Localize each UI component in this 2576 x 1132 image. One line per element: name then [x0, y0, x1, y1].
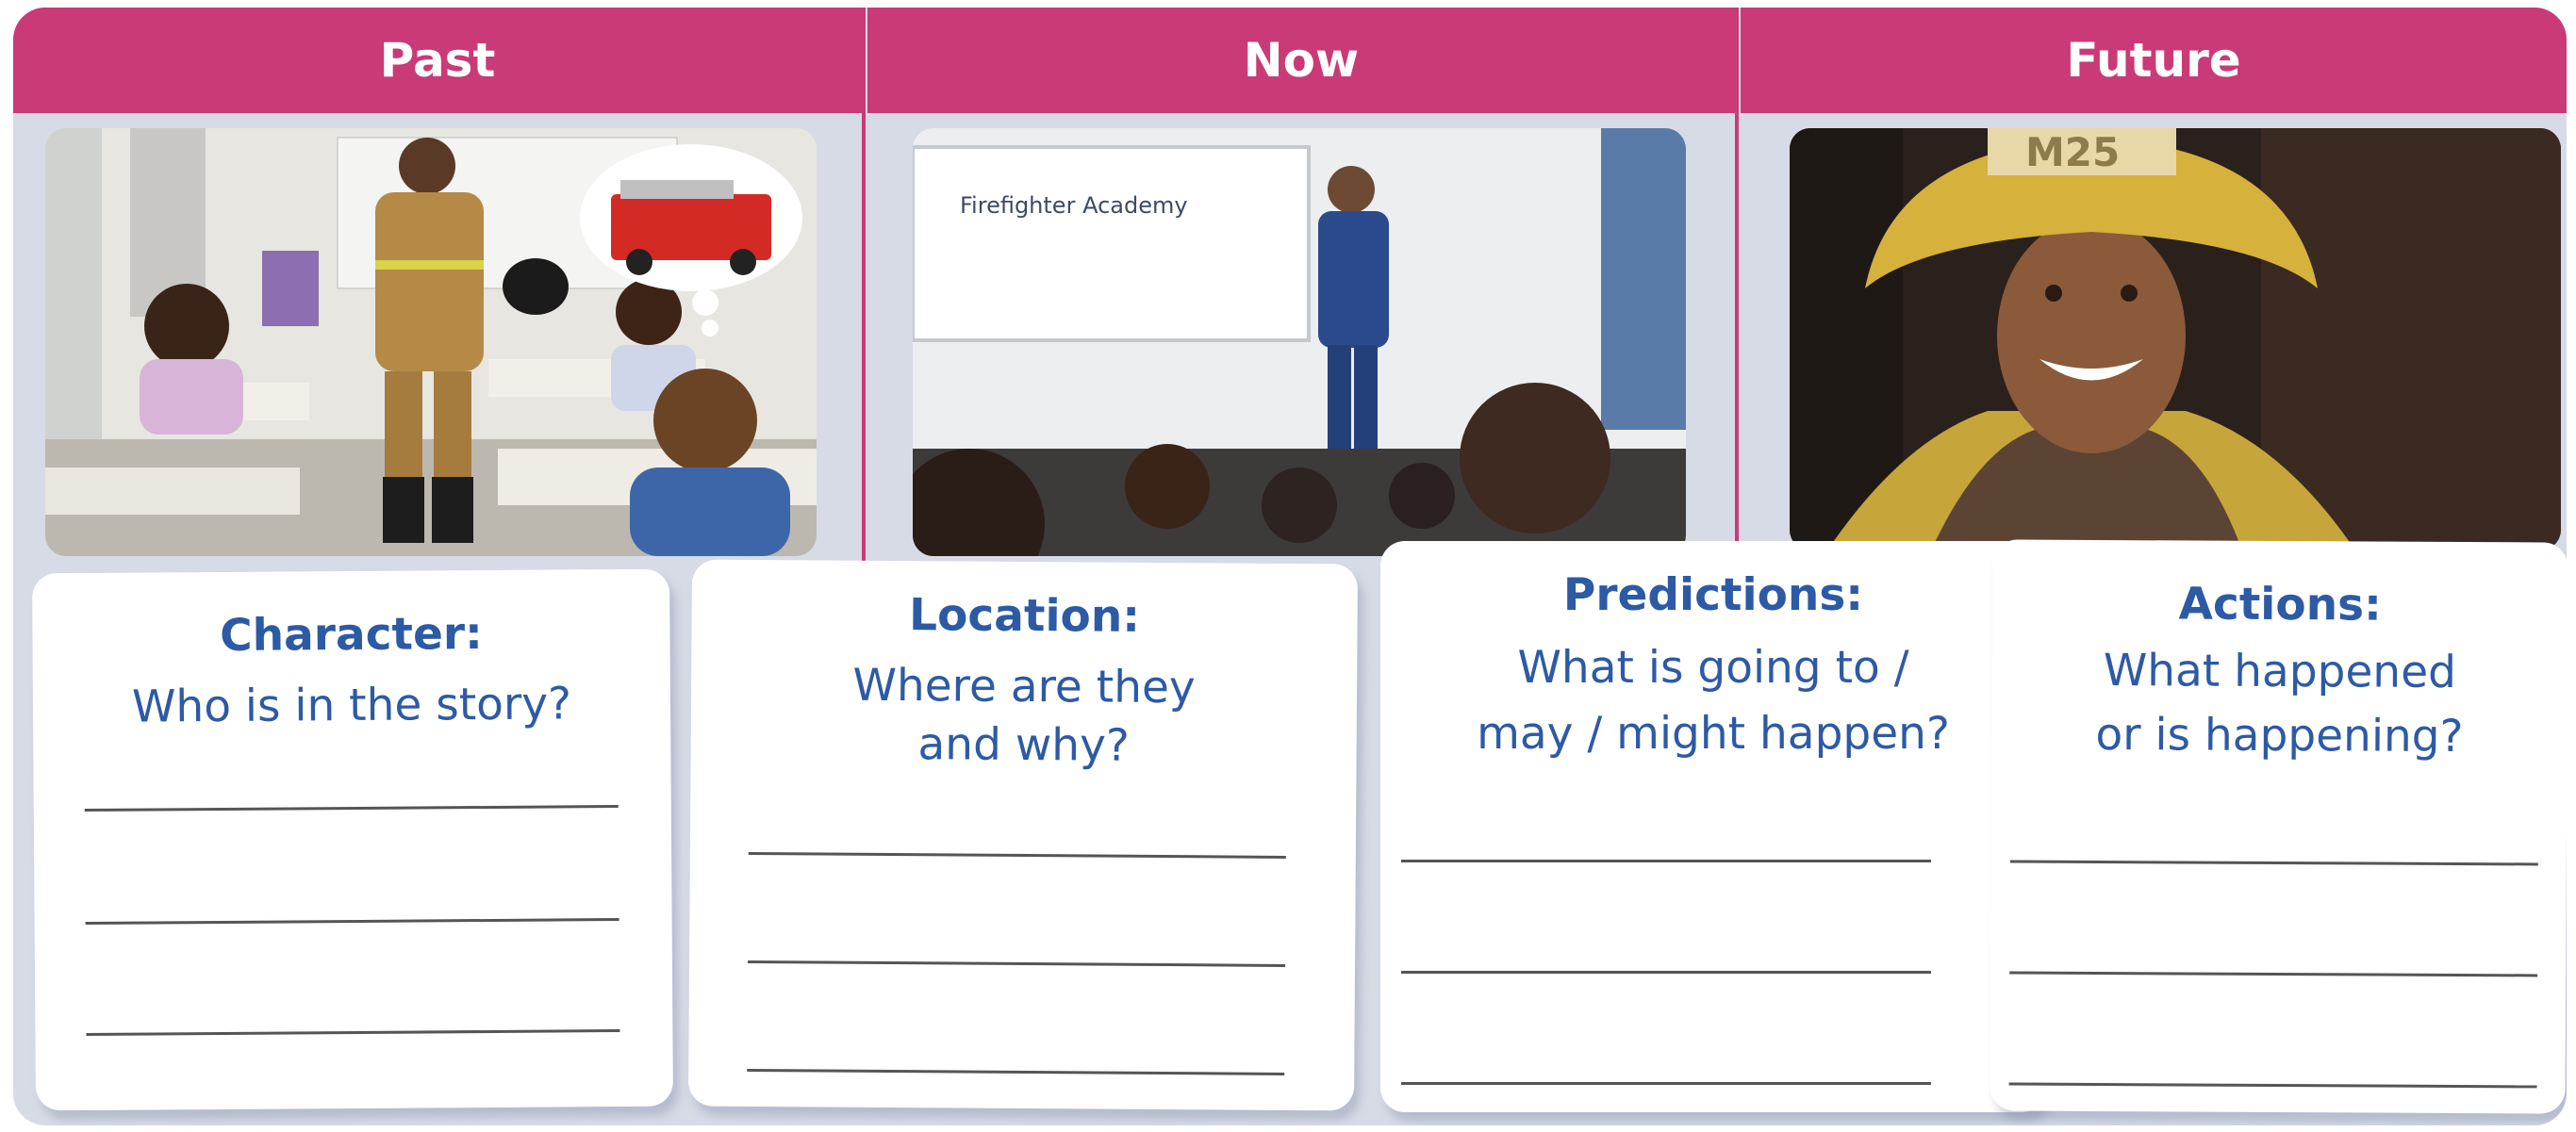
story-board: Past Now Future Firefighter Academy M25 … [13, 8, 2567, 1125]
column-header-past: Past [13, 8, 862, 113]
writing-line[interactable] [1401, 860, 1931, 862]
writing-line[interactable] [747, 1068, 1285, 1075]
photo-past-classroom [45, 128, 817, 556]
card-question-line-2: or is happening? [2095, 708, 2464, 763]
writing-line[interactable] [1401, 1082, 1931, 1085]
firefighter-portrait: M25 [1790, 128, 2561, 550]
header-label: Now [1243, 33, 1360, 88]
photo-future-firefighter: M25 [1790, 128, 2561, 550]
card-character: Character: Who is in the story? [32, 568, 673, 1111]
writing-line[interactable] [86, 1029, 620, 1036]
card-actions: Actions: What happened or is happening? [1990, 539, 2567, 1114]
writing-line[interactable] [84, 805, 619, 812]
card-question-line-2: may / might happen? [1477, 708, 1950, 760]
card-predictions: Predictions: What is going to / may / mi… [1380, 541, 2046, 1112]
header-label: Future [2066, 33, 2241, 88]
card-label: Actions: [2178, 578, 2383, 632]
card-location: Location: Where are they and why? [687, 559, 1359, 1111]
card-question-line-2: and why? [917, 718, 1131, 772]
writing-line[interactable] [748, 960, 1286, 967]
column-divider [862, 8, 866, 573]
writing-line[interactable] [2009, 971, 2538, 977]
writing-line[interactable] [748, 851, 1286, 859]
card-question: Who is in the story? [131, 678, 572, 733]
card-question-line-1: What happened [2103, 645, 2457, 698]
lecture-illustration: Firefighter Academy [913, 128, 1686, 556]
writing-line[interactable] [1401, 971, 1931, 974]
classroom-firefighter-illustration [45, 128, 817, 556]
writing-line[interactable] [2008, 1082, 2537, 1089]
whiteboard-text: Firefighter Academy [960, 192, 1188, 219]
card-label: Location: [908, 589, 1141, 643]
header-label: Past [379, 33, 496, 88]
column-divider [1735, 8, 1739, 573]
column-header-future: Future [1741, 8, 2567, 113]
card-label: Predictions: [1562, 569, 1864, 621]
writing-line[interactable] [2009, 860, 2538, 866]
helmet-text: M25 [2025, 129, 2120, 175]
photo-now-lecture: Firefighter Academy [913, 128, 1686, 556]
card-label: Character: [219, 608, 484, 662]
card-question-line-1: What is going to / [1517, 642, 1909, 694]
column-header-now: Now [867, 8, 1735, 113]
writing-line[interactable] [85, 918, 619, 925]
